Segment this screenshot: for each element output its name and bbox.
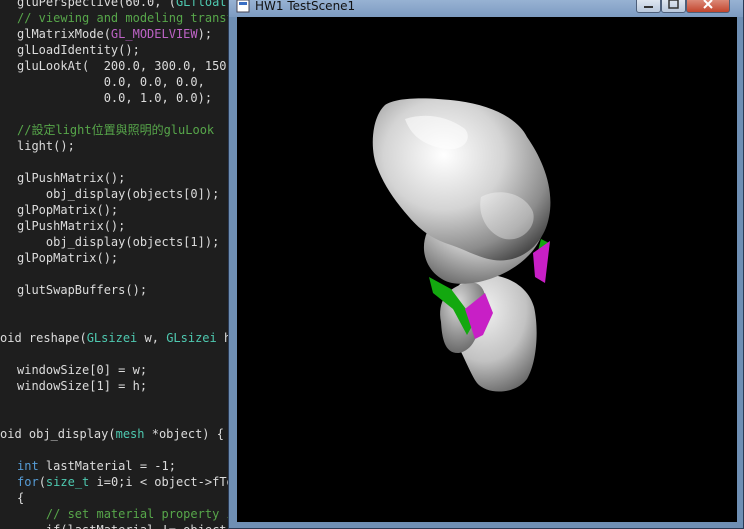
code-line[interactable]: // set material property i [17,506,234,522]
maximize-button[interactable] [661,0,686,13]
code-token: int [17,459,39,473]
code-line[interactable]: windowSize[0] = w; [17,362,147,378]
code-token: glPushMatrix(); [17,171,126,185]
code-token: glPopMatrix(); [17,251,119,265]
model-object-0 [372,98,551,392]
close-button[interactable] [686,0,730,13]
close-icon [703,0,713,9]
window-title: HW1 TestScene1 [255,0,356,13]
code-line[interactable]: 0.0, 0.0, 0.0, [17,74,205,90]
code-line[interactable]: obj_display(objects[1]); [17,234,219,250]
code-token: windowSize[1] = h; [17,379,148,393]
code-line[interactable]: oid reshape(GLsizei w, GLsizei h) [0,330,238,346]
code-token: 0.0, 1.0, 0.0); [17,91,213,105]
code-line[interactable]: glLoadIdentity(); [17,42,140,58]
code-token: ); [197,27,213,41]
code-token: glPopMatrix(); [17,203,119,217]
code-line[interactable]: // viewing and modeling transf [17,10,234,26]
code-line[interactable]: //設定light位置與照明的gluLook [17,122,214,138]
code-token: mesh [115,427,145,441]
code-token: GLsizei [166,331,217,345]
code-token: windowSize[0] = w; [17,363,148,377]
code-line[interactable]: for(size_t i=0;i < object->fTo [17,474,234,490]
window-titlebar[interactable]: HW1 TestScene1 [229,0,743,17]
code-line[interactable]: oid obj_display(mesh *object) { [0,426,224,442]
code-token: *object) { [144,427,224,441]
code-token: GLsizei [86,331,138,345]
code-token: for [17,475,39,489]
code-line[interactable]: glPushMatrix(); [17,170,125,186]
code-line[interactable]: gluPerspective(60.0, (GLfloat) [17,0,234,10]
code-line[interactable]: int lastMaterial = -1; [17,458,176,474]
code-token: glutSwapBuffers(); [17,283,148,297]
code-token: glMatrixMode( [17,27,111,41]
minimize-icon [644,6,653,8]
code-line[interactable]: glutSwapBuffers(); [17,282,147,298]
code-token: lastMaterial = -1; [38,459,176,473]
code-token: GL_MODELVIEW [110,27,198,41]
code-line[interactable]: { [17,490,24,506]
code-line[interactable]: light(); [17,138,75,154]
code-token: glPushMatrix(); [17,219,126,233]
code-token: ( [38,475,46,489]
code-line[interactable]: glPopMatrix(); [17,250,118,266]
code-token: { [17,491,25,505]
code-token: GLfloat [175,0,227,9]
code-line[interactable]: 0.0, 1.0, 0.0); [17,90,212,106]
code-line[interactable]: gluLookAt( 200.0, 300.0, 150. [17,58,234,74]
code-token: size_t [45,475,90,489]
code-token: // set material property i [17,507,234,521]
maximize-icon [668,0,679,9]
code-line[interactable]: glPopMatrix(); [17,202,118,218]
code-line[interactable]: glMatrixMode(GL_MODELVIEW); [17,26,212,42]
code-token: 0.0, 0.0, 0.0, [17,75,205,89]
code-token: obj_display(objects[1]); [17,235,220,249]
code-line[interactable]: obj_display(objects[0]); [17,186,219,202]
code-token: gluPerspective(60.0, ( [17,0,176,9]
code-token: oid reshape( [0,331,87,345]
app-icon [236,0,250,13]
code-token: // viewing and modeling transf [17,11,234,25]
rendered-scene [372,98,551,392]
code-token: obj_display(objects[0]); [17,187,220,201]
minimize-button[interactable] [636,0,661,13]
code-token: glLoadIdentity(); [17,43,140,57]
code-token: oid obj_display( [0,427,116,441]
code-token: gluLookAt( 200.0, 300.0, 150. [17,59,234,73]
code-line[interactable]: windowSize[1] = h; [17,378,147,394]
code-token: //設定light位置與照明的gluLook [17,123,215,137]
code-token: w, [137,331,167,345]
opengl-window[interactable]: HW1 TestScene1 [228,0,744,529]
code-token: light(); [17,139,75,153]
render-viewport[interactable] [237,17,737,522]
code-line[interactable]: glPushMatrix(); [17,218,125,234]
code-token: i=0;i < object->fTo [89,475,234,489]
